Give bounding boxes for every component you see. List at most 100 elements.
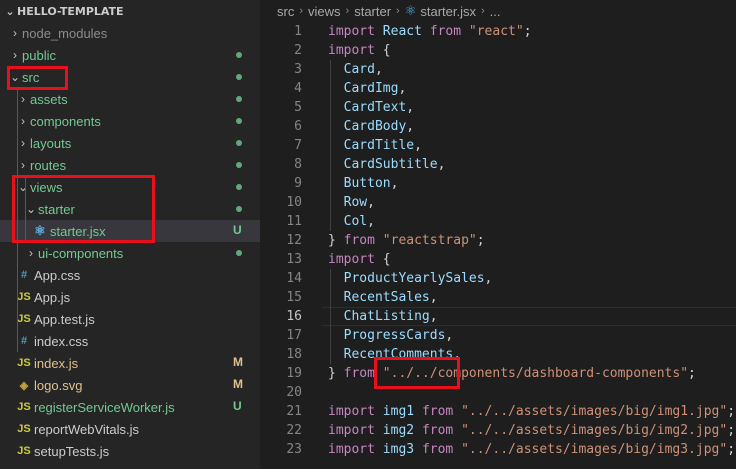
code-token: React [382, 24, 422, 39]
line-number: 11 [286, 214, 302, 229]
code-token: , [406, 100, 415, 115]
code-line[interactable]: ChatListing, [328, 307, 438, 326]
code-line[interactable]: CardTitle, [328, 136, 422, 155]
code-line[interactable]: import img2 from "../../assets/images/bi… [328, 421, 735, 440]
tree-item-label: index.css [34, 333, 89, 349]
line-number: 22 [286, 423, 302, 438]
code-token: , [367, 214, 375, 229]
code-token: RecentSales [343, 290, 430, 305]
chevron-right-icon[interactable]: › [16, 114, 30, 128]
chevron-right-icon[interactable]: › [16, 92, 30, 106]
tree-item[interactable]: JS App.test.js [0, 308, 260, 330]
breadcrumb-item[interactable]: starter [354, 4, 391, 19]
line-number: 12 [286, 233, 302, 248]
code-line[interactable]: RecentSales, [328, 288, 438, 307]
javascript-file-icon: JS [17, 423, 31, 435]
tree-item[interactable]: › node_modules [0, 22, 260, 44]
tree-item-label: setupTests.js [34, 443, 110, 459]
tree-item[interactable]: › public [0, 44, 260, 66]
code-line[interactable]: Row, [328, 193, 375, 212]
tree-item-label: logo.svg [34, 377, 83, 393]
code-line[interactable]: import { [328, 41, 391, 60]
tree-item[interactable]: # index.css [0, 330, 260, 352]
git-status-badge: M [233, 355, 243, 369]
code-token: } [328, 366, 344, 381]
code-token: img2 [382, 423, 415, 438]
chevron-right-icon[interactable]: › [16, 136, 30, 150]
code-token: "reactstrap" [382, 233, 477, 248]
chevron-right-icon[interactable]: › [8, 26, 22, 40]
tree-item[interactable]: › assets [0, 88, 260, 110]
tree-item[interactable]: ◈ logo.svg M [0, 374, 260, 396]
breadcrumb-item[interactable]: starter.jsx [420, 4, 476, 19]
tree-item-label: App.js [34, 289, 71, 305]
git-status-dot [236, 162, 242, 168]
tree-item[interactable]: › routes [0, 154, 260, 176]
tree-item[interactable]: JS App.js [0, 286, 260, 308]
code-line[interactable]: ProgressCards, [328, 326, 454, 345]
code-line[interactable]: Col, [328, 212, 375, 231]
tree-item[interactable]: JS registerServiceWorker.js U [0, 396, 260, 418]
code-line[interactable]: CardText, [328, 98, 414, 117]
breadcrumb-separator-icon: › [396, 5, 400, 17]
code-editor[interactable]: src › views › starter › ⚛ starter.jsx ›... 1 impo… [260, 0, 736, 469]
chevron-right-icon[interactable]: › [8, 48, 22, 62]
line-number: 8 [294, 157, 302, 172]
line-number: 3 [294, 62, 302, 77]
code-line[interactable]: CardSubtitle, [328, 155, 446, 174]
tree-item[interactable]: # App.css [0, 264, 260, 286]
code-line[interactable]: import React from "react"; [328, 22, 532, 41]
tree-item[interactable]: › layouts [0, 132, 260, 154]
code-token: ; [727, 442, 736, 457]
tree-item[interactable]: JS index.js M [0, 352, 260, 374]
tree-item[interactable]: › components [0, 110, 260, 132]
breadcrumb-item[interactable]: ... [490, 4, 501, 19]
code-line[interactable]: import img3 from "../../assets/images/bi… [328, 440, 735, 459]
git-status-badge: U [233, 399, 242, 413]
tree-item-label: node_modules [22, 25, 108, 41]
code-line[interactable]: Card, [328, 60, 383, 79]
chevron-right-icon[interactable]: › [24, 246, 38, 260]
code-token: import [328, 404, 375, 419]
line-number: 4 [294, 81, 302, 96]
explorer-header[interactable]: ⌄ HELLO-TEMPLATE [0, 0, 260, 22]
code-token: , [429, 309, 438, 324]
explorer-panel: ⌄ HELLO-TEMPLATE › node_modules › public ⌄ sr… [0, 0, 260, 469]
code-line[interactable]: Button, [328, 174, 399, 193]
line-number: 13 [286, 252, 302, 267]
code-token: ; [727, 423, 736, 438]
code-token: from [421, 423, 454, 438]
code-token: "react" [468, 24, 524, 39]
tree-item[interactable]: JS setupTests.js [0, 440, 260, 462]
code-token: ; [727, 404, 736, 419]
tree-item-label: components [30, 113, 101, 129]
breadcrumb: src › views › starter › ⚛ starter.jsx ›... [260, 0, 736, 22]
line-number: 16 [286, 309, 302, 324]
css-file-icon: # [20, 269, 28, 281]
code-line[interactable]: import img1 from "../../assets/images/bi… [328, 402, 735, 421]
tree-item-label: App.css [34, 267, 81, 283]
highlight-box-views [12, 175, 155, 243]
code-token: "../../assets/images/big/img1.jpg" [461, 404, 728, 419]
code-token: import [328, 43, 375, 58]
git-status-dot [236, 74, 242, 80]
breadcrumb-item[interactable]: views [308, 4, 341, 19]
code-token: from [421, 442, 454, 457]
code-token: from [429, 24, 462, 39]
chevron-right-icon[interactable]: › [16, 158, 30, 172]
code-line[interactable]: import { [328, 250, 391, 269]
code-line[interactable]: CardImg, [328, 79, 407, 98]
tree-item[interactable]: › ui-components [0, 242, 260, 264]
code-line[interactable]: ProductYearlySales, [328, 269, 493, 288]
line-number: 23 [286, 442, 302, 457]
breadcrumb-item[interactable]: src [277, 4, 294, 19]
code-indent-guide [330, 60, 331, 231]
code-line[interactable]: } from "reactstrap"; [328, 231, 485, 250]
code-token: from [421, 404, 454, 419]
code-token: "../../assets/images/big/img2.jpg" [461, 423, 728, 438]
tree-item[interactable]: JS reportWebVitals.js [0, 418, 260, 440]
code-line[interactable]: CardBody, [328, 117, 414, 136]
